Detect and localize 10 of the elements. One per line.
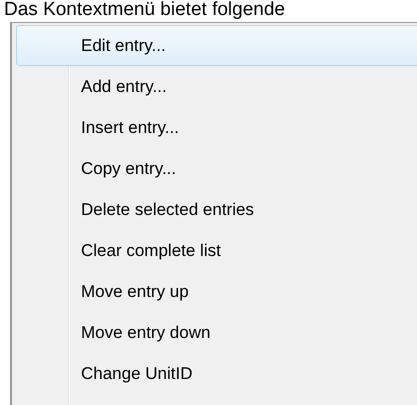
menu-item[interactable]: Change UnitID	[16, 353, 417, 394]
menu-item[interactable]: Edit entry...	[16, 25, 417, 66]
menu-item[interactable]: Insert entry...	[16, 107, 417, 148]
menu-item[interactable]: Add entry...	[16, 66, 417, 107]
menu-item[interactable]: Move entry up	[16, 271, 417, 312]
menu-item[interactable]: Copy entry...	[16, 148, 417, 189]
menu-item[interactable]: Move entry down	[16, 312, 417, 353]
menu-item[interactable]: Delete selected entries	[16, 189, 417, 230]
menu-item[interactable]: Clear complete list	[16, 230, 417, 271]
intro-text: Das Kontextmenü bietet folgende	[3, 0, 286, 20]
